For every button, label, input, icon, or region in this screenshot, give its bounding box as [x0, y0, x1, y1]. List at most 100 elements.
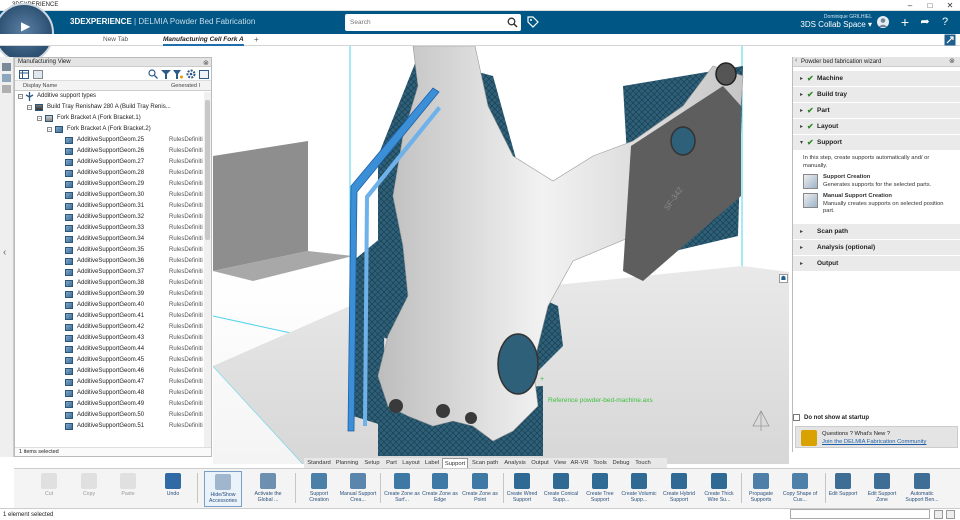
command-input[interactable]: [790, 509, 930, 519]
paste-button[interactable]: Paste: [114, 471, 142, 507]
tree-support-geom-row[interactable]: AdditiveSupportGeom.46 RulesDefiniti: [15, 366, 211, 377]
copy-button[interactable]: Copy: [76, 471, 102, 507]
step-machine[interactable]: ▸ ✔ Machine: [793, 71, 960, 87]
tree-support-geom-row[interactable]: AdditiveSupportGeom.28 RulesDefiniti: [15, 168, 211, 179]
hide-show-button[interactable]: Hide/Show Accessories: [204, 471, 242, 507]
tree-support-geom-row[interactable]: AdditiveSupportGeom.32 RulesDefiniti: [15, 212, 211, 223]
step-analysis[interactable]: ▸ Analysis (optional): [793, 239, 960, 256]
search-icon[interactable]: [507, 17, 518, 28]
cut-button[interactable]: Cut: [36, 471, 62, 507]
tree-support-geom-row[interactable]: AdditiveSupportGeom.42 RulesDefiniti: [15, 322, 211, 333]
search-tree-icon[interactable]: [148, 69, 158, 79]
tree-support-geom-row[interactable]: AdditiveSupportGeom.38 RulesDefiniti: [15, 278, 211, 289]
tree-icon[interactable]: [2, 63, 11, 71]
power-input-icon[interactable]: [934, 510, 943, 519]
add-tab-button[interactable]: +: [254, 34, 259, 46]
auto-bend-button[interactable]: Automatic Support Ben...: [903, 471, 941, 507]
section-tab-part[interactable]: Part: [384, 458, 399, 468]
tab-new[interactable]: New Tab: [103, 34, 128, 46]
collapse-icon[interactable]: −: [37, 116, 42, 121]
zone-edge-button[interactable]: Create Zone as Edge: [422, 471, 458, 507]
zone-surface-button[interactable]: Create Zone as Surf...: [384, 471, 420, 507]
tree-support-geom-row[interactable]: AdditiveSupportGeom.48 RulesDefiniti: [15, 388, 211, 399]
tree-support-geom-row[interactable]: AdditiveSupportGeom.51 RulesDefiniti: [15, 421, 211, 432]
tree-support-geom-row[interactable]: AdditiveSupportGeom.35 RulesDefiniti: [15, 245, 211, 256]
tree-support-geom-row[interactable]: AdditiveSupportGeom.49 RulesDefiniti: [15, 399, 211, 410]
layout-icon[interactable]: [33, 70, 43, 79]
tree-support-button[interactable]: Create Tree Support: [582, 471, 618, 507]
filter-settings-icon[interactable]: [173, 70, 183, 79]
wired-support-button[interactable]: Create Wired Support: [504, 471, 540, 507]
section-tab-view[interactable]: View: [552, 458, 568, 468]
share-icon[interactable]: ➦: [918, 15, 932, 29]
step-scan-path[interactable]: ▸ Scan path: [793, 223, 960, 240]
section-tab-label[interactable]: Label: [423, 458, 441, 468]
tree-support-geom-row[interactable]: AdditiveSupportGeom.30 RulesDefiniti: [15, 190, 211, 201]
thick-wire-support-button[interactable]: Create Thick Wire Su...: [700, 471, 738, 507]
tree-support-geom-row[interactable]: AdditiveSupportGeom.27 RulesDefiniti: [15, 157, 211, 168]
tree-support-geom-row[interactable]: AdditiveSupportGeom.34 RulesDefiniti: [15, 234, 211, 245]
support-creation-button[interactable]: Support Creation: [301, 471, 337, 507]
undo-button[interactable]: Undo: [159, 471, 187, 507]
wizard-close-icon[interactable]: ⊗: [949, 57, 955, 65]
tree-support-geom-row[interactable]: AdditiveSupportGeom.36 RulesDefiniti: [15, 256, 211, 267]
step-part[interactable]: ▸ ✔ Part: [793, 103, 960, 119]
section-tab-debug[interactable]: Debug: [610, 458, 632, 468]
fullscreen-icon[interactable]: [944, 34, 956, 46]
tree-support-geom-row[interactable]: AdditiveSupportGeom.37 RulesDefiniti: [15, 267, 211, 278]
manual-support-button[interactable]: Manual Support Crea...: [339, 471, 377, 507]
step-build-tray[interactable]: ▸ ✔ Build tray: [793, 87, 960, 103]
zone-point-button[interactable]: Create Zone as Point: [461, 471, 499, 507]
tree-support-geom-row[interactable]: AdditiveSupportGeom.31 RulesDefiniti: [15, 201, 211, 212]
tree-support-geom-row[interactable]: AdditiveSupportGeom.50 RulesDefiniti: [15, 410, 211, 421]
tree-fork-bracket2-row[interactable]: − Fork Bracket A (Fork Bracket.2): [15, 124, 211, 135]
propagate-supports-button[interactable]: Propagate Supports: [744, 471, 778, 507]
step-layout[interactable]: ▸ ✔ Layout: [793, 119, 960, 135]
tree-support-geom-row[interactable]: AdditiveSupportGeom.41 RulesDefiniti: [15, 311, 211, 322]
robot-icon[interactable]: ☗: [779, 274, 788, 283]
collapse-icon[interactable]: −: [47, 127, 52, 132]
tree-support-geom-row[interactable]: AdditiveSupportGeom.29 RulesDefiniti: [15, 179, 211, 190]
expand-panel-icon[interactable]: [199, 70, 209, 79]
step-output[interactable]: ▸ Output: [793, 255, 960, 272]
tree-support-geom-row[interactable]: AdditiveSupportGeom.39 RulesDefiniti: [15, 289, 211, 300]
volumic-support-button[interactable]: Create Volumic Supp...: [620, 471, 658, 507]
section-tab-analysis[interactable]: Analysis: [502, 458, 528, 468]
search-box[interactable]: [345, 14, 521, 31]
tree-root-row[interactable]: − Additive support types: [15, 91, 211, 102]
help-icon[interactable]: ?: [938, 15, 952, 29]
hybrid-support-button[interactable]: Create Hybrid Support: [660, 471, 698, 507]
collapse-icon[interactable]: −: [27, 105, 32, 110]
manual-support-option[interactable]: Manual Support Creation Manually creates…: [803, 193, 950, 216]
wizard-pin-icon[interactable]: ‹: [795, 57, 797, 64]
user-menu[interactable]: Dominique GRILHIEL 3DS Collab Space ▾: [760, 14, 872, 29]
table-view-icon[interactable]: [19, 70, 29, 79]
search-input[interactable]: [345, 14, 495, 31]
tag-icon[interactable]: [527, 16, 539, 28]
status-menu-icon[interactable]: [946, 510, 955, 519]
section-tab-tools[interactable]: Tools: [591, 458, 609, 468]
section-tab-standard[interactable]: Standard: [305, 458, 333, 468]
section-tab-planning[interactable]: Planning: [334, 458, 360, 468]
tree-support-geom-row[interactable]: AdditiveSupportGeom.26 RulesDefiniti: [15, 146, 211, 157]
user-avatar-icon[interactable]: [876, 15, 890, 29]
tree-support-geom-row[interactable]: AdditiveSupportGeom.45 RulesDefiniti: [15, 355, 211, 366]
section-tab-support[interactable]: Support: [442, 458, 468, 468]
col-display-name[interactable]: Display Name: [23, 81, 57, 91]
conical-support-button[interactable]: Create Conical Supp...: [543, 471, 579, 507]
filter-icon[interactable]: [2, 85, 11, 93]
settings-gear-icon[interactable]: [186, 69, 196, 79]
add-icon[interactable]: +: [898, 15, 912, 29]
tree-support-geom-row[interactable]: AdditiveSupportGeom.44 RulesDefiniti: [15, 344, 211, 355]
tree-support-geom-row[interactable]: AdditiveSupportGeom.25 RulesDefiniti: [15, 135, 211, 146]
scroll-thumb[interactable]: [205, 100, 210, 240]
section-tab-output[interactable]: Output: [529, 458, 551, 468]
3d-viewport[interactable]: SF-342 + Reference powder-bed-machine.ax…: [213, 46, 789, 464]
tree-support-geom-row[interactable]: AdditiveSupportGeom.40 RulesDefiniti: [15, 300, 211, 311]
collapse-icon[interactable]: −: [18, 94, 23, 99]
col-generated[interactable]: Generated I: [171, 81, 200, 91]
edit-support-zone-button[interactable]: Edit Support Zone: [864, 471, 900, 507]
tree-support-geom-row[interactable]: AdditiveSupportGeom.47 RulesDefiniti: [15, 377, 211, 388]
dont-show-checkbox[interactable]: [793, 413, 800, 421]
edit-support-button[interactable]: Edit Support: [827, 471, 859, 507]
